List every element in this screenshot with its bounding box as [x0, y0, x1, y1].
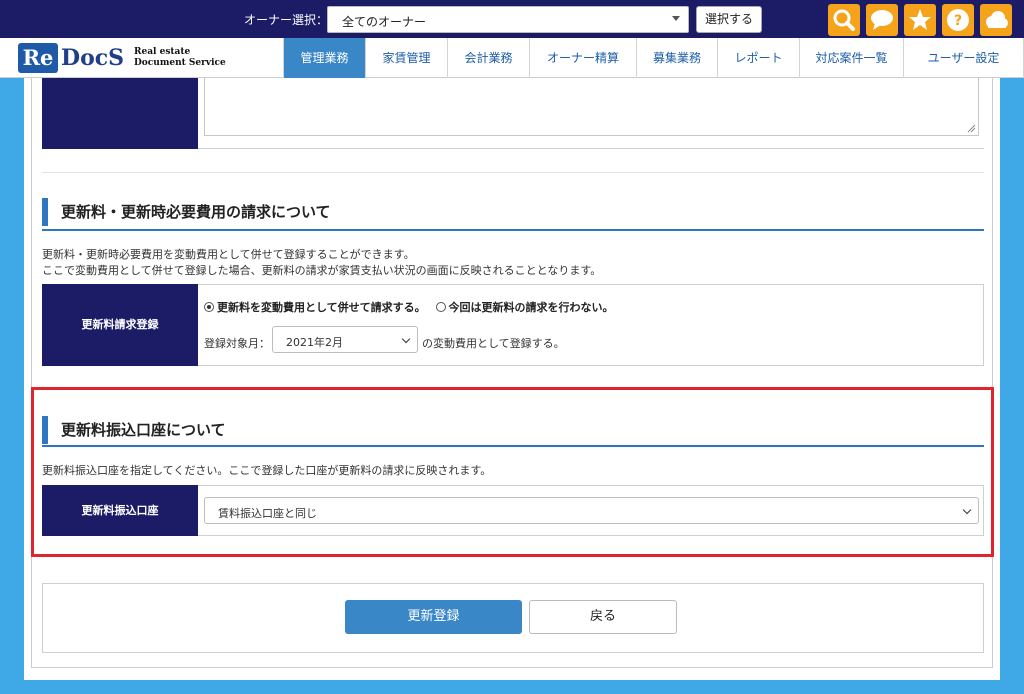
- search-tool-button[interactable]: [828, 4, 860, 36]
- tab-rent[interactable]: 家賃管理: [365, 38, 447, 78]
- target-month-value: 2021年2月: [286, 336, 343, 349]
- select-owner-button[interactable]: 選択する: [696, 6, 762, 33]
- target-month-label: 登録対象月：: [204, 337, 270, 350]
- target-month-select[interactable]: 2021年2月: [272, 326, 418, 353]
- tab-case-list[interactable]: 対応案件一覧: [799, 38, 903, 78]
- back-button[interactable]: 戻る: [529, 600, 677, 634]
- content-border: [31, 78, 993, 668]
- help-tool-button[interactable]: ?: [942, 4, 974, 36]
- previous-row-header: [42, 78, 198, 149]
- main-navbar: Re DocS Real estate Document Service 管理業…: [0, 38, 1024, 78]
- favorite-tool-button[interactable]: [904, 4, 936, 36]
- row-divider: [198, 148, 984, 149]
- radio-no-renewal[interactable]: 今回は更新料の請求を行わない。: [435, 301, 614, 314]
- owner-select-value: 全てのオーナー: [342, 15, 427, 29]
- resize-handle-icon[interactable]: [967, 124, 976, 133]
- logo-re: Re: [18, 43, 58, 73]
- tab-report[interactable]: レポート: [717, 38, 799, 78]
- note-textarea[interactable]: [204, 78, 979, 136]
- owner-select[interactable]: 全てのオーナー: [327, 6, 689, 33]
- tab-recruitment[interactable]: 募集業務: [636, 38, 717, 78]
- logo-subtitle: Real estate Document Service: [134, 47, 226, 68]
- chat-icon: [871, 10, 893, 30]
- tab-user-settings[interactable]: ユーザー設定: [903, 38, 1024, 78]
- cloud-icon: [986, 11, 1008, 28]
- tab-owner-settlement[interactable]: オーナー精算: [529, 38, 636, 78]
- help-icon: ?: [947, 9, 969, 31]
- renewal-fee-section-title: 更新料・更新時必要費用の請求について: [42, 198, 331, 226]
- top-bar: オーナー選択： 全てのオーナー 選択する ?: [0, 0, 1024, 38]
- tab-management[interactable]: 管理業務: [283, 38, 365, 78]
- renewal-fee-description-1: 更新料・更新時必要費用を変動費用として併せて登録することができます。: [42, 248, 415, 261]
- radio-unchecked-icon: [435, 302, 446, 312]
- svg-text:?: ?: [954, 13, 962, 29]
- owner-select-label: オーナー選択：: [244, 13, 329, 27]
- caret-down-icon: [672, 16, 680, 21]
- star-icon: [909, 9, 931, 30]
- section-underline: [42, 229, 984, 231]
- tab-accounting[interactable]: 会計業務: [447, 38, 529, 78]
- radio-checked-icon: [204, 302, 214, 312]
- redocs-logo[interactable]: Re DocS Real estate Document Service: [18, 43, 268, 73]
- target-month-suffix: の変動費用として登録する。: [422, 337, 565, 350]
- section-divider: [42, 172, 984, 173]
- update-register-button[interactable]: 更新登録: [345, 600, 522, 634]
- renewal-fee-row-label: 更新料請求登録: [42, 284, 198, 366]
- renewal-fee-description-2: ここで変動費用として併せて登録した場合、更新料の請求が家賃支払い状況の画面に反映…: [42, 264, 602, 277]
- logo-docs: DocS: [61, 45, 125, 71]
- renewal-fee-options: 更新料を変動費用として併せて請求する。 今回は更新料の請求を行わない。: [204, 299, 614, 315]
- chevron-down-icon: [401, 334, 411, 344]
- chat-tool-button[interactable]: [866, 4, 898, 36]
- search-icon: [833, 9, 855, 31]
- cloud-tool-button[interactable]: [980, 4, 1012, 36]
- radio-charge-renewal[interactable]: 更新料を変動費用として併せて請求する。: [204, 301, 426, 314]
- highlight-annotation-box: [31, 387, 994, 557]
- nav-tabs: 管理業務 家賃管理 会計業務 オーナー精算 募集業務 レポート 対応案件一覧 ユ…: [283, 38, 1024, 78]
